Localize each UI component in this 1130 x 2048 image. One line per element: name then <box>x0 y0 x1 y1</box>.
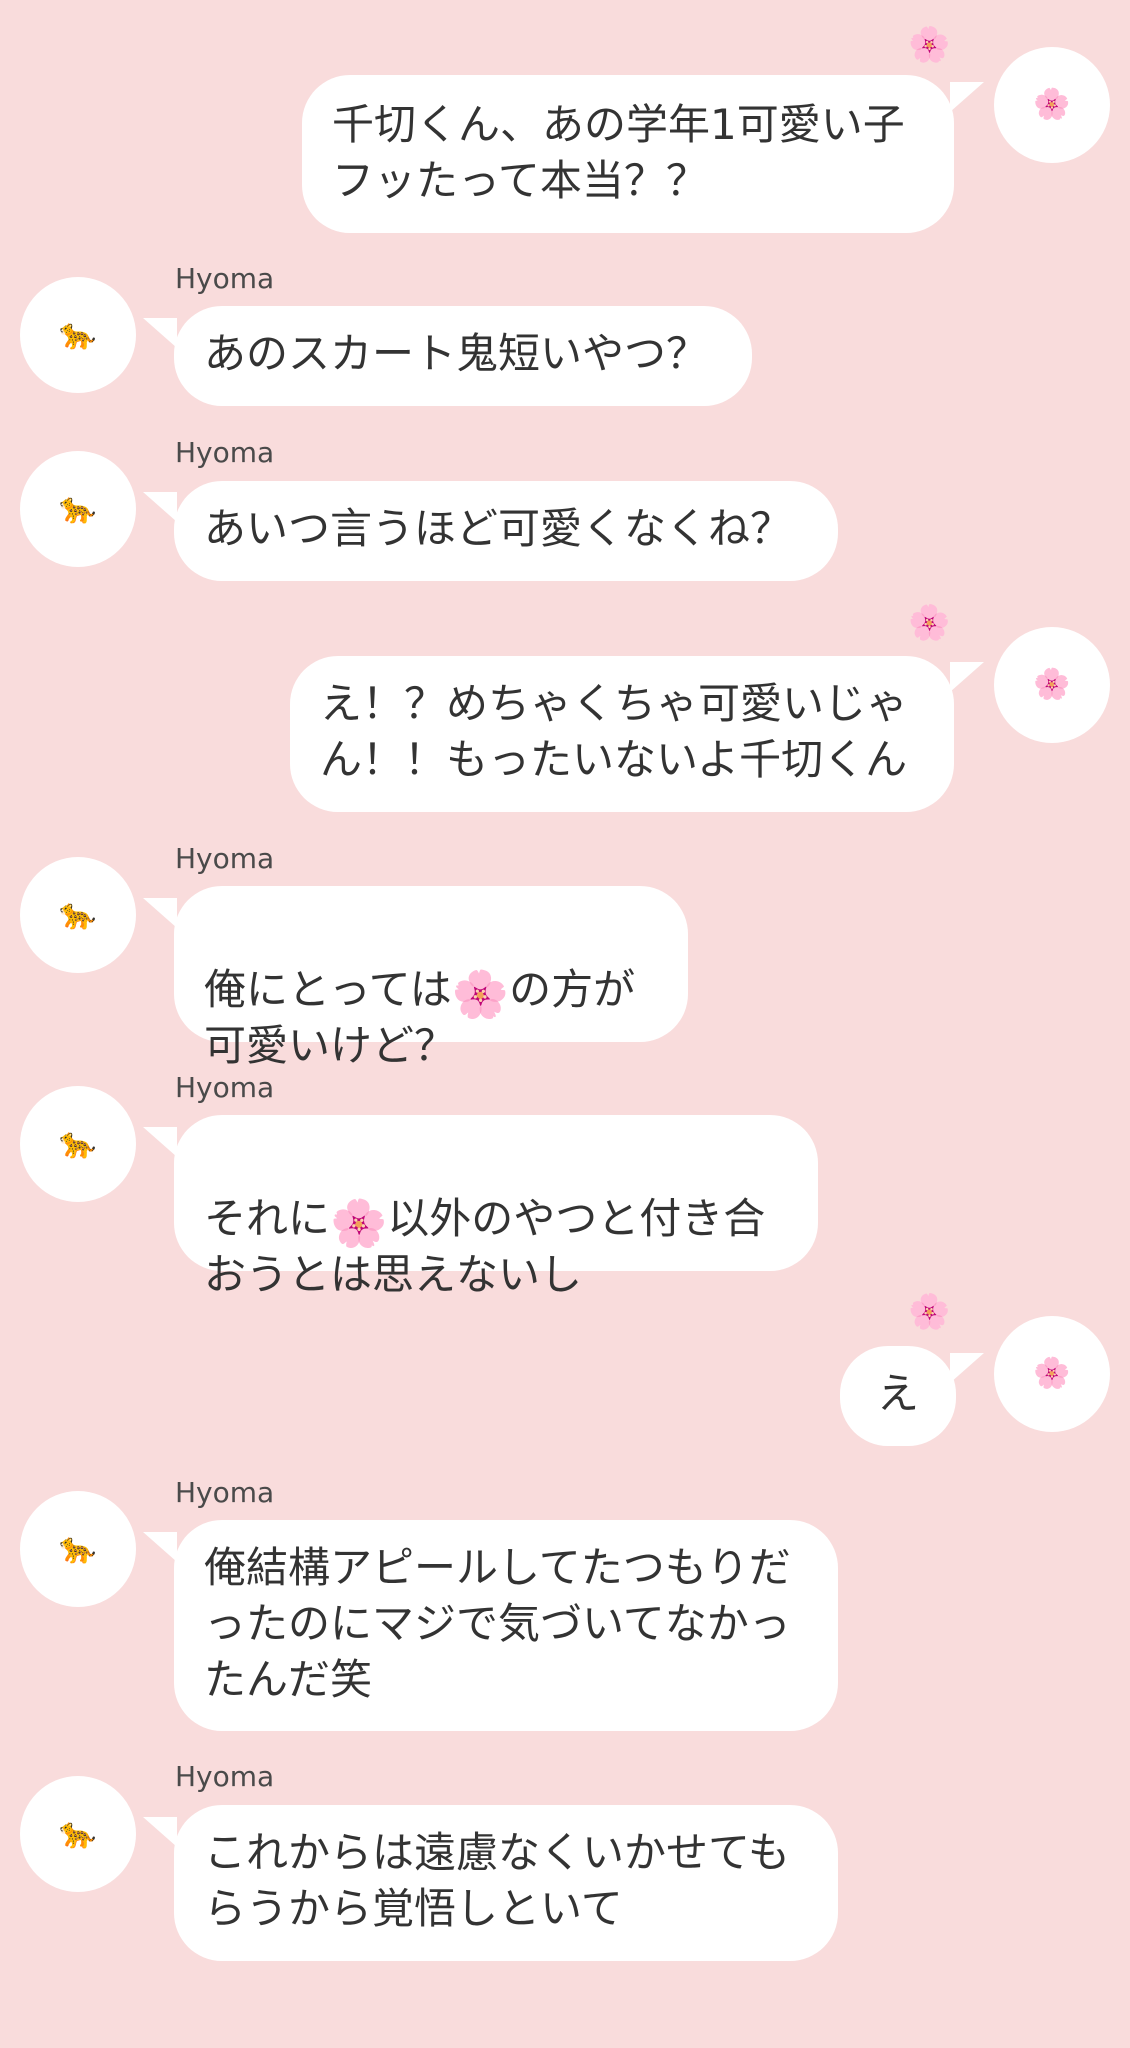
message-row-incoming: Hyoma 🐆 これからは遠慮なくいかせても らうから覚悟しといて <box>0 0 1130 1980</box>
sender-name: Hyoma <box>175 1760 275 1793</box>
message-bubble[interactable]: これからは遠慮なくいかせても らうから覚悟しといて <box>174 1805 838 1961</box>
avatar-leopard-icon[interactable]: 🐆 <box>20 1776 136 1892</box>
bubble-tail <box>143 1817 177 1847</box>
chat-thread: 🌸 千切くん、あの学年1可愛い子 フッたって本当？？ 🌸 Hyoma 🐆 あのス… <box>0 0 1130 2048</box>
